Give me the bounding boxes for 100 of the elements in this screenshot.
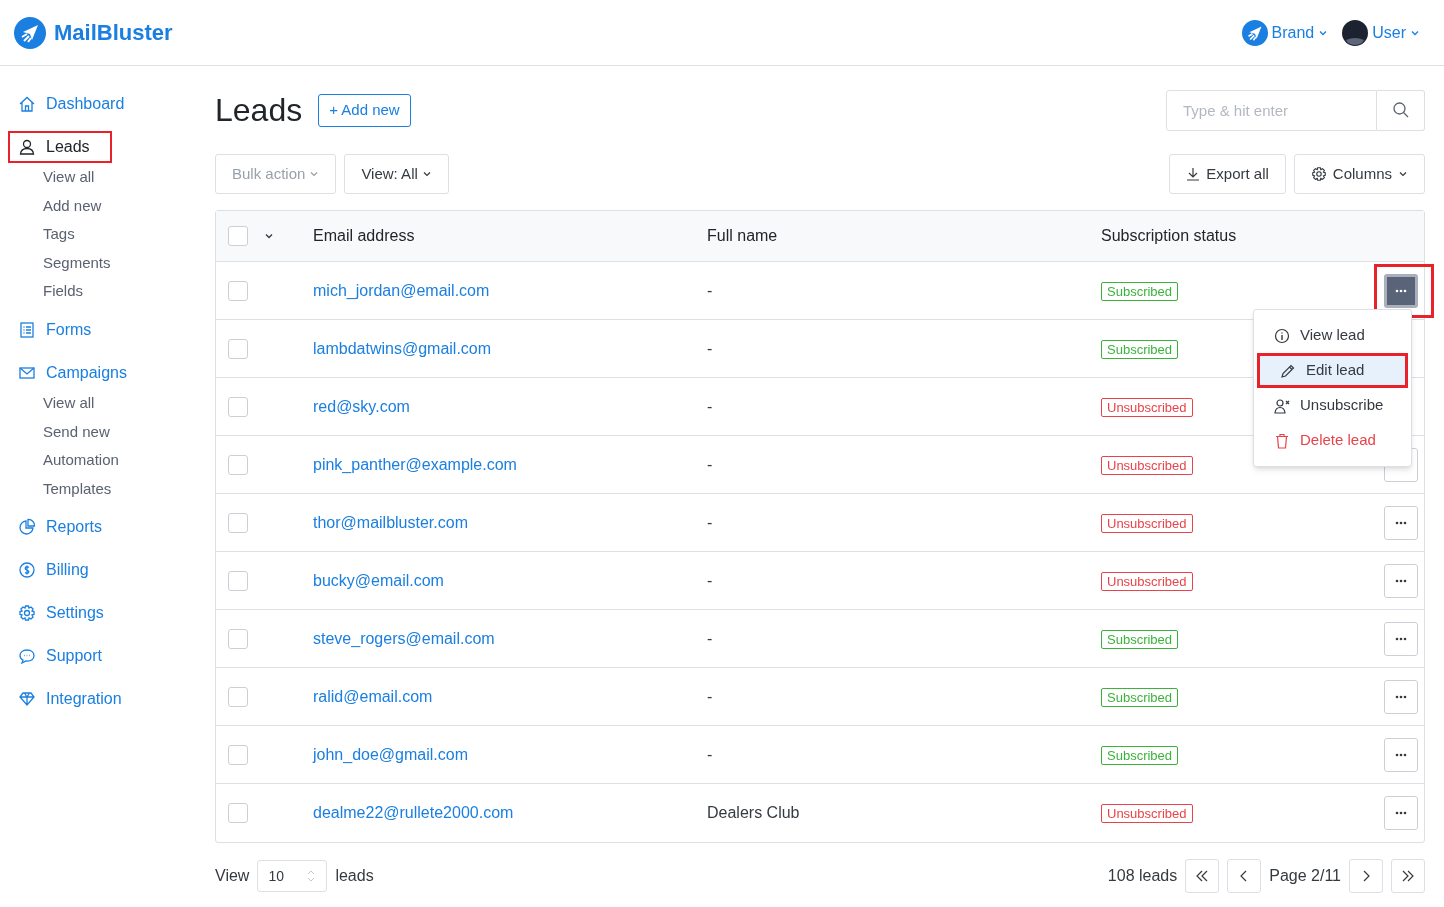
email-link[interactable]: lambdatwins@gmail.com — [313, 339, 492, 357]
columns-dropdown[interactable]: Columns — [1293, 154, 1425, 194]
ellipsis-icon — [1395, 811, 1407, 815]
checkbox[interactable] — [228, 280, 248, 301]
sidebar-subitem[interactable]: Templates — [43, 474, 112, 504]
checkbox[interactable] — [228, 338, 248, 359]
settings-icon — [1310, 166, 1327, 182]
menu-item[interactable]: Unsubscribe — [1254, 388, 1411, 423]
column-header: Subscription status — [1101, 227, 1237, 244]
add-new-button[interactable]: + Add new — [318, 93, 411, 127]
full-name-cell: - — [707, 455, 713, 473]
settings-icon — [18, 604, 36, 623]
previous-page-button[interactable] — [1227, 859, 1262, 893]
last-page-button[interactable] — [1391, 859, 1425, 893]
status-badge: Unsubscribed — [1101, 804, 1193, 823]
status-badge: Subscribed — [1101, 745, 1179, 765]
search-button[interactable] — [1377, 89, 1425, 131]
full-name-cell: - — [707, 745, 713, 763]
status-badge: Subscribed — [1101, 629, 1179, 649]
ellipsis-icon — [1395, 752, 1407, 757]
checkbox[interactable] — [228, 396, 248, 417]
chat-bubble-icon — [18, 647, 36, 666]
page-indicator: Page 2/11 — [1269, 866, 1341, 886]
view-label: View — [215, 866, 250, 886]
menu-item[interactable]: View lead — [1254, 318, 1411, 353]
sidebar-subitem[interactable]: Fields — [43, 277, 83, 306]
user-remove-icon — [1274, 397, 1290, 414]
checkbox[interactable] — [228, 803, 248, 823]
checkbox[interactable] — [228, 686, 248, 707]
total-leads-count: 108 leads — [1107, 866, 1178, 886]
sidebar-item[interactable]: Dashboard — [8, 88, 147, 120]
logo-icon — [14, 16, 46, 49]
sidebar-item[interactable]: Campaigns — [8, 356, 149, 389]
menu-item[interactable]: Delete lead — [1254, 423, 1411, 458]
email-link[interactable]: red@sky.com — [313, 397, 410, 415]
sidebar-item[interactable]: Forms — [8, 313, 114, 346]
full-name-cell: - — [707, 281, 713, 299]
download-icon — [1186, 167, 1201, 181]
sidebar-subitem[interactable]: Send new — [43, 417, 110, 447]
sidebar-subitem[interactable]: Automation — [43, 446, 119, 475]
export-all-button[interactable]: Export all — [1169, 154, 1286, 194]
full-name-cell: - — [707, 629, 713, 647]
page-title: Leads — [215, 94, 303, 126]
chevron-down-icon — [1398, 169, 1408, 179]
menu-item[interactable]: Edit lead — [1257, 353, 1408, 388]
status-badge: Subscribed — [1101, 339, 1179, 359]
sidebar-item[interactable]: Reports — [8, 511, 125, 544]
double-chevron-right-icon — [1401, 869, 1415, 883]
sidebar-item[interactable]: Leads — [8, 131, 112, 163]
chevron-down-icon — [421, 169, 432, 179]
list-icon — [18, 320, 36, 339]
checkbox[interactable] — [228, 226, 248, 246]
ellipsis-icon — [1395, 578, 1407, 583]
email-link[interactable]: dealme22@rullete2000.com — [313, 804, 514, 821]
next-page-button[interactable] — [1349, 859, 1383, 893]
more-actions-button[interactable] — [1384, 273, 1418, 308]
sidebar-subitem[interactable]: Add new — [43, 191, 102, 221]
sidebar-item[interactable]: Billing — [8, 554, 111, 587]
status-badge: Unsubscribed — [1101, 455, 1193, 475]
brand-menu[interactable]: Brand — [1241, 19, 1329, 46]
email-link[interactable]: pink_panther@example.com — [313, 455, 517, 473]
view-filter-dropdown[interactable]: View: All — [344, 154, 449, 194]
checkbox[interactable] — [228, 628, 248, 649]
email-link[interactable]: ralid@email.com — [313, 687, 433, 705]
email-link[interactable]: bucky@email.com — [313, 571, 444, 589]
column-header: Email address — [313, 227, 415, 244]
column-header: Full name — [707, 227, 778, 244]
search-icon — [1391, 101, 1410, 119]
trash-icon — [1274, 432, 1290, 449]
checkbox[interactable] — [228, 512, 248, 533]
sidebar-subitem[interactable]: Tags — [43, 220, 75, 249]
first-page-button[interactable] — [1185, 859, 1220, 893]
email-link[interactable]: thor@mailbluster.com — [313, 513, 468, 531]
sidebar-item[interactable]: Support — [8, 640, 125, 673]
email-link[interactable]: steve_rogers@email.com — [313, 629, 495, 647]
checkbox[interactable] — [228, 744, 248, 765]
full-name-cell: - — [707, 397, 713, 415]
logo-icon — [1241, 19, 1268, 46]
chevron-down-icon[interactable] — [264, 231, 274, 241]
leads-label: leads — [335, 866, 374, 886]
checkbox[interactable] — [228, 454, 248, 475]
dollar-icon — [18, 561, 36, 580]
sidebar-subitem[interactable]: Segments — [43, 248, 111, 278]
chevron-down-icon — [309, 169, 320, 179]
ellipsis-icon — [1395, 520, 1407, 525]
sidebar-item[interactable]: Integration — [8, 683, 144, 716]
per-page-field[interactable]: 10 — [257, 860, 328, 892]
sidebar-item[interactable]: Settings — [8, 597, 126, 630]
full-name-cell: Dealers Club — [707, 804, 800, 821]
email-link[interactable]: john_doe@gmail.com — [313, 745, 468, 763]
email-link[interactable]: mich_jordan@email.com — [313, 281, 490, 299]
search-field[interactable]: Type & hit enter — [1166, 89, 1377, 131]
pencil-icon — [1280, 362, 1296, 379]
full-name-cell: - — [707, 339, 713, 357]
checkbox[interactable] — [228, 570, 248, 591]
sidebar-subitem[interactable]: View all — [43, 163, 95, 192]
user-menu[interactable]: User — [1342, 19, 1420, 46]
logo-text[interactable]: MailBluster — [54, 16, 173, 49]
sidebar-subitem[interactable]: View all — [43, 388, 95, 418]
status-badge: Subscribed — [1101, 281, 1179, 301]
